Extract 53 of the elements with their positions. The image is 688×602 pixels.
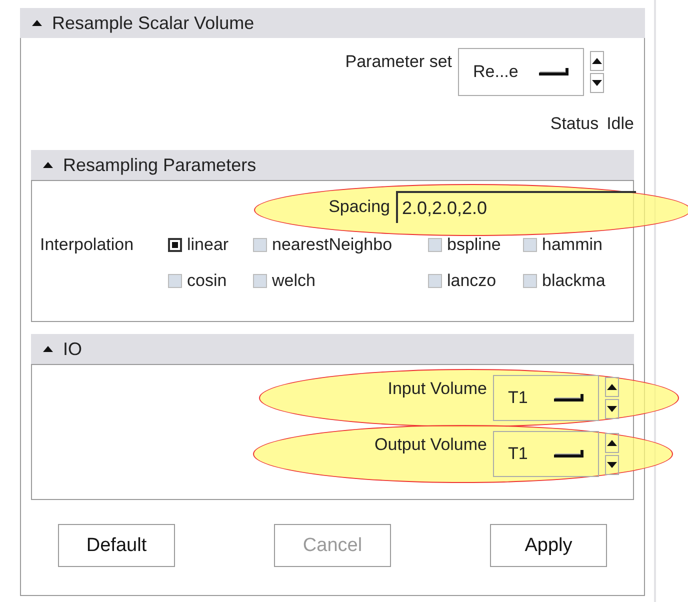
- spin-down-button[interactable]: [605, 455, 619, 475]
- status-label: Status: [550, 114, 599, 134]
- status-value: Idle: [606, 114, 634, 134]
- checkbox[interactable]: [168, 274, 182, 288]
- collapse-icon: [43, 346, 53, 352]
- spin-up-button[interactable]: [605, 377, 619, 397]
- interpolation-option[interactable]: lanczo: [428, 271, 523, 291]
- interpolation-option[interactable]: nearestNeighbo: [253, 235, 428, 255]
- interpolation-option[interactable]: linear: [168, 235, 253, 255]
- down-arrow-icon: [607, 406, 617, 412]
- checkbox[interactable]: [253, 238, 267, 252]
- spin-down-button[interactable]: [605, 399, 619, 419]
- checkbox[interactable]: [428, 238, 442, 252]
- volume-dropdown[interactable]: T1: [493, 375, 599, 421]
- checkbox[interactable]: [168, 238, 182, 252]
- spin-up-button[interactable]: [590, 51, 604, 71]
- action-button[interactable]: Apply: [490, 524, 607, 567]
- dropdown-handle-icon: [539, 67, 569, 77]
- collapse-icon: [43, 162, 53, 168]
- action-button[interactable]: Default: [58, 524, 175, 567]
- spacing-label: Spacing: [328, 197, 390, 217]
- interpolation-option[interactable]: cosin: [168, 271, 253, 291]
- checkbox[interactable]: [253, 274, 267, 288]
- section-title: IO: [63, 338, 82, 360]
- checkbox[interactable]: [428, 274, 442, 288]
- up-arrow-icon: [592, 58, 602, 64]
- interpolation-label: Interpolation: [40, 235, 135, 255]
- volume-label: Input Volume: [388, 379, 487, 399]
- volume-dropdown[interactable]: T1: [493, 431, 599, 477]
- interpolation-option[interactable]: hammin: [523, 235, 628, 255]
- spin-up-button[interactable]: [605, 433, 619, 453]
- section-title: Resampling Parameters: [63, 154, 256, 176]
- checkbox[interactable]: [523, 238, 537, 252]
- interpolation-option[interactable]: bspline: [428, 235, 523, 255]
- down-arrow-icon: [607, 462, 617, 468]
- spacing-field[interactable]: 2.0,2.0,2.0: [396, 191, 636, 223]
- interpolation-option[interactable]: blackma: [523, 271, 628, 291]
- parameter-set-dropdown[interactable]: Re...e: [458, 48, 584, 96]
- dropdown-handle-icon: [554, 393, 584, 403]
- down-arrow-icon: [592, 80, 602, 86]
- checkbox[interactable]: [523, 274, 537, 288]
- up-arrow-icon: [607, 440, 617, 446]
- section-header[interactable]: IO: [31, 334, 634, 364]
- dropdown-handle-icon: [554, 449, 584, 459]
- section-header[interactable]: Resample Scalar Volume: [20, 8, 645, 38]
- spin-down-button[interactable]: [590, 73, 604, 93]
- up-arrow-icon: [607, 384, 617, 390]
- collapse-icon: [32, 20, 42, 26]
- interpolation-option[interactable]: welch: [253, 271, 428, 291]
- section-header[interactable]: Resampling Parameters: [31, 150, 634, 180]
- parameter-set-label: Parameter set: [345, 52, 452, 72]
- section-title: Resample Scalar Volume: [52, 12, 254, 34]
- volume-label: Output Volume: [374, 435, 487, 455]
